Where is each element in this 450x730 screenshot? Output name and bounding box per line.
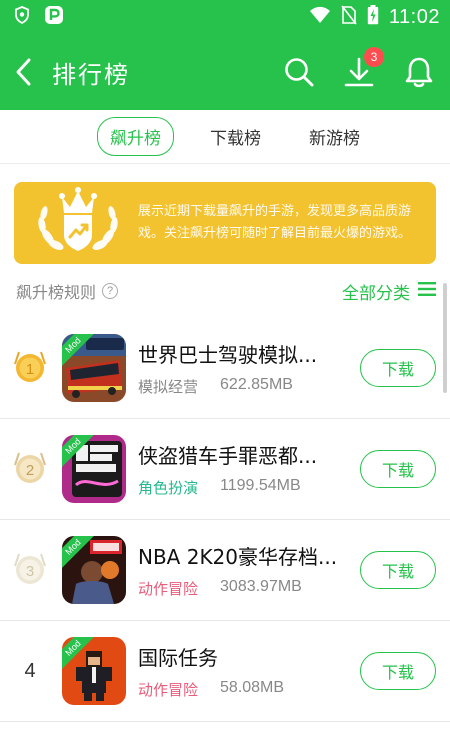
- parking-icon: [44, 5, 64, 30]
- app-icon-bus-sim: Mod: [62, 334, 126, 402]
- page-title: 排行榜: [52, 60, 130, 89]
- medal-bronze-icon: 3: [10, 550, 50, 590]
- scrollbar[interactable]: [443, 283, 447, 393]
- rank-number: 2: [26, 462, 34, 479]
- app-category: 动作冒险: [138, 580, 199, 598]
- app-size: 58.08MB: [220, 679, 285, 696]
- download-button[interactable]: 下载: [360, 450, 436, 488]
- header: 11:02 排行榜 3: [0, 0, 450, 110]
- app-icon-international-mission: Mod: [62, 637, 126, 705]
- bell-icon[interactable]: [402, 55, 436, 89]
- download-badge: 3: [364, 47, 384, 67]
- tab-bar: 飙升榜 下载榜 新游榜: [0, 110, 450, 164]
- battery-icon: [367, 4, 379, 30]
- medal-gold-icon: 1: [10, 348, 50, 388]
- all-categories-button[interactable]: 全部分类: [342, 279, 436, 304]
- app-icon-gta-vice-city: Mod: [62, 435, 126, 503]
- app-name: 国际任务: [138, 646, 218, 670]
- rising-info-banner: 展示近期下载量飙升的手游，发现更多高品质游戏。关注飙升榜可随时了解目前最火爆的游…: [14, 182, 436, 264]
- medal-silver-icon: 2: [10, 449, 50, 489]
- app-info: 世界巴士驾驶模拟... 模拟经营 622.85MB: [138, 339, 360, 397]
- download-button[interactable]: 下载: [360, 551, 436, 589]
- rule-bar: 飙升榜规则 ? 全部分类: [0, 264, 450, 318]
- app-size: 3083.97MB: [220, 578, 302, 595]
- rank-plain: 4: [10, 651, 50, 691]
- wifi-icon: [309, 6, 331, 29]
- rising-rules-link[interactable]: 飙升榜规则 ?: [16, 279, 119, 303]
- app-category: 动作冒险: [138, 681, 199, 699]
- tab-rising[interactable]: 飙升榜: [97, 117, 174, 156]
- app-info: 侠盗猎车手罪恶都... 角色扮演 1199.54MB: [138, 440, 360, 498]
- status-time: 11:02: [388, 5, 440, 28]
- list-item[interactable]: 3 Mod NBA 2K20豪华存档... 动作冒险 3083.97MB 下载: [0, 520, 450, 621]
- rank-number: 3: [26, 563, 34, 580]
- download-button[interactable]: 下载: [360, 652, 436, 690]
- rules-label: 飙升榜规则: [16, 283, 97, 302]
- app-name: NBA 2K20豪华存档...: [138, 545, 338, 569]
- rank-number: 4: [24, 659, 36, 682]
- app-category: 角色扮演: [138, 479, 199, 497]
- app-name: 世界巴士驾驶模拟...: [138, 343, 318, 367]
- help-icon[interactable]: ?: [102, 283, 119, 299]
- all-categories-label: 全部分类: [342, 283, 410, 304]
- no-sim-icon: [341, 5, 357, 30]
- app-size: 622.85MB: [220, 376, 293, 393]
- shield-icon: [14, 5, 30, 29]
- download-button[interactable]: 下载: [360, 349, 436, 387]
- list-item[interactable]: 2 Mod 侠盗猎车手罪恶都... 角色扮演 1199.54MB 下载: [0, 419, 450, 520]
- app-info: 国际任务 动作冒险 58.08MB: [138, 642, 360, 700]
- tab-new-games[interactable]: 新游榜: [297, 118, 372, 155]
- list-item[interactable]: 1 Mod 世界巴士驾驶模拟... 模拟经营 622.85MB 下载: [0, 318, 450, 419]
- crown-emblem-icon: [26, 185, 130, 261]
- banner-text: 展示近期下载量飙升的手游，发现更多高品质游戏。关注飙升榜可随时了解目前最火爆的游…: [138, 204, 412, 241]
- download-icon[interactable]: 3: [342, 47, 384, 89]
- back-arrow-icon[interactable]: [14, 52, 44, 92]
- app-info: NBA 2K20豪华存档... 动作冒险 3083.97MB: [138, 541, 360, 599]
- app-category: 模拟经营: [138, 378, 199, 396]
- status-bar: 11:02: [0, 0, 450, 34]
- app-name: 侠盗猎车手罪恶都...: [138, 444, 318, 468]
- tab-downloads[interactable]: 下载榜: [198, 118, 273, 155]
- menu-icon: [418, 281, 436, 302]
- app-size: 1199.54MB: [220, 477, 301, 494]
- toolbar: 排行榜 3: [0, 34, 450, 110]
- rank-number: 1: [26, 361, 34, 378]
- app-icon-nba-2k20: Mod: [62, 536, 126, 604]
- search-icon[interactable]: [282, 55, 316, 89]
- ranking-list: 1 Mod 世界巴士驾驶模拟... 模拟经营 622.85MB 下载 2 Mod…: [0, 318, 450, 722]
- list-item[interactable]: 4 Mod 国际任务 动作冒险 58.08MB 下载: [0, 621, 450, 722]
